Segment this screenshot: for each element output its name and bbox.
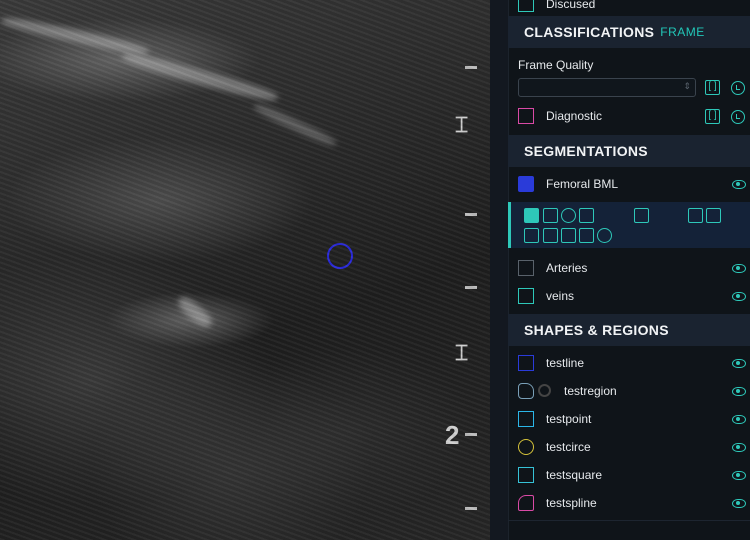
visibility-eye-icon[interactable]	[732, 358, 746, 368]
reset-icon[interactable]	[731, 110, 745, 124]
plus-icon	[518, 288, 534, 304]
lasso-tool-icon[interactable]	[561, 228, 576, 243]
segmentation-toolbar	[508, 202, 750, 248]
region-icon	[518, 383, 534, 399]
focus-marker: ⌶	[455, 112, 469, 137]
segmentation-item-femoral-bml[interactable]: Femoral BML	[508, 172, 750, 196]
redo-icon[interactable]	[706, 208, 721, 223]
shape-item-testline[interactable]: testline	[508, 351, 750, 375]
blob-tool-icon[interactable]	[597, 228, 612, 243]
focus-marker: ⌶	[455, 340, 469, 365]
pencil-icon	[518, 176, 534, 192]
shapes-regions-header[interactable]: SHAPES & REGIONS	[508, 314, 750, 346]
undo-icon[interactable]	[688, 208, 703, 223]
plus-icon	[518, 260, 534, 276]
line-icon	[518, 355, 534, 371]
shape-item-testsquare[interactable]: testsquare	[508, 463, 750, 487]
segmentation-item-arteries[interactable]: Arteries	[508, 256, 750, 280]
loading-spinner-icon	[538, 384, 551, 397]
fill-tool-icon[interactable]	[634, 208, 649, 223]
point-icon	[518, 411, 534, 427]
square-tool-icon[interactable]	[579, 208, 594, 223]
visibility-eye-icon[interactable]	[732, 498, 746, 508]
visibility-eye-icon[interactable]	[732, 179, 746, 189]
bracket-button[interactable]: [ ]	[705, 80, 720, 95]
frame-quality-select[interactable]: ⇕	[518, 78, 696, 97]
chevron-updown-icon: ⇕	[683, 81, 691, 91]
divider	[508, 520, 750, 521]
panel-gutter	[490, 0, 509, 540]
diagnostic-checkbox[interactable]	[518, 108, 534, 124]
brush-tool-icon[interactable]	[524, 208, 539, 223]
segmentation-item-veins[interactable]: veins	[508, 284, 750, 308]
tissue-band	[175, 293, 215, 331]
annotation-panel: Discused CLASSIFICATIONS FRAME Frame Qua…	[490, 0, 750, 540]
visibility-eye-icon[interactable]	[732, 442, 746, 452]
visibility-eye-icon[interactable]	[732, 291, 746, 301]
square-icon	[518, 467, 534, 483]
bbox-tool-icon[interactable]	[524, 228, 539, 243]
visibility-eye-icon[interactable]	[732, 263, 746, 273]
checkbox[interactable]	[518, 0, 534, 12]
classifications-header[interactable]: CLASSIFICATIONS FRAME	[508, 16, 750, 48]
scale-tick	[465, 213, 477, 216]
scale-tick	[465, 433, 477, 436]
circle-icon	[518, 439, 534, 455]
scale-tick	[465, 507, 477, 510]
tissue-band	[120, 49, 280, 105]
eraser-tool-icon[interactable]	[543, 208, 558, 223]
spline-icon	[518, 495, 534, 511]
shape-item-testcirce[interactable]: testcirce	[508, 435, 750, 459]
magic-tool-icon[interactable]	[579, 228, 594, 243]
scale-tick	[465, 286, 477, 289]
diagnostic-label: Diagnostic	[546, 109, 603, 123]
segmentations-header[interactable]: SEGMENTATIONS	[508, 135, 750, 167]
visibility-eye-icon[interactable]	[732, 386, 746, 396]
visibility-eye-icon[interactable]	[732, 414, 746, 424]
tissue-band	[0, 14, 150, 58]
shape-item-testregion[interactable]: testregion	[508, 379, 750, 403]
polygon-tool-icon[interactable]	[543, 228, 558, 243]
frame-quality-label: Frame Quality	[518, 58, 594, 72]
shape-item-testspline[interactable]: testspline	[508, 491, 750, 515]
circle-tool-icon[interactable]	[561, 208, 576, 223]
shape-item-testpoint[interactable]: testpoint	[508, 407, 750, 431]
visibility-eye-icon[interactable]	[732, 470, 746, 480]
bracket-button[interactable]: [ ]	[705, 109, 720, 124]
reset-icon[interactable]	[731, 81, 745, 95]
list-item[interactable]: Discused	[508, 0, 750, 16]
cursor-circle	[327, 243, 353, 269]
depth-label: 2	[445, 420, 460, 450]
scale-tick	[465, 66, 477, 69]
tissue-band	[252, 101, 338, 149]
image-viewer[interactable]: ⌶ ⌶ 2	[0, 0, 490, 540]
